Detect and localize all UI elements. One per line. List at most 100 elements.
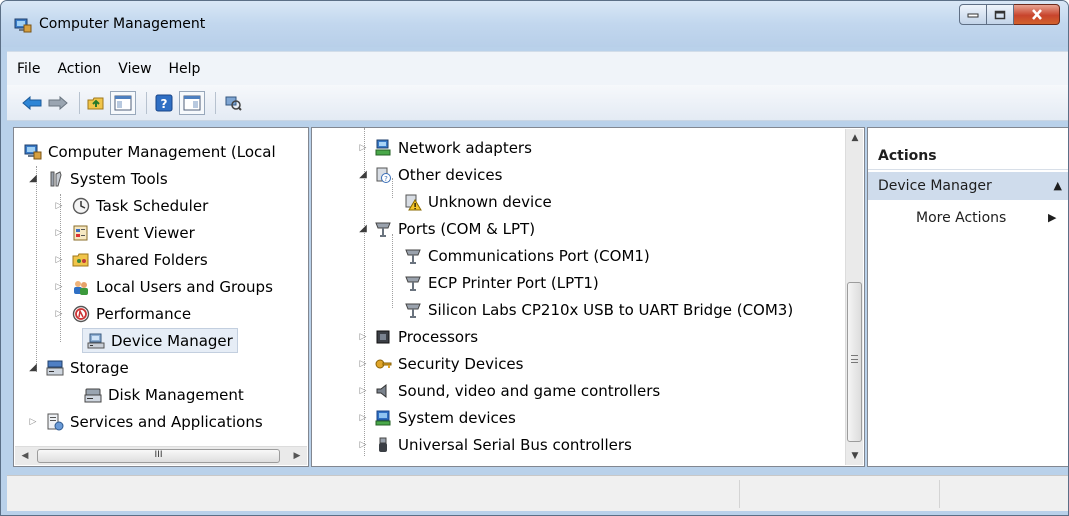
- expand-triangle-icon[interactable]: ▷: [28, 416, 38, 428]
- help-button[interactable]: ?: [153, 91, 175, 115]
- help-icon: ?: [155, 94, 173, 111]
- menu-file[interactable]: File: [17, 61, 40, 77]
- tree-guide-line: [36, 166, 37, 372]
- device-ecp-printer-port-lpt1[interactable]: ECP Printer Port (LPT1): [404, 269, 599, 296]
- expand-triangle-icon[interactable]: ▷: [54, 200, 64, 212]
- scroll-left-arrow-icon[interactable]: ◀: [18, 450, 32, 462]
- event-viewer-icon: [73, 225, 88, 240]
- device-label: Processors: [398, 327, 479, 346]
- tree-item-label: System Tools: [70, 169, 168, 188]
- vertical-scroll-thumb[interactable]: [847, 282, 862, 442]
- expand-triangle-icon[interactable]: ▷: [358, 385, 368, 397]
- tree-item-device-manager[interactable]: Device Manager: [80, 327, 238, 354]
- usb-icon: [379, 437, 387, 452]
- horizontal-scrollbar[interactable]: ◀ III ▶: [15, 446, 307, 465]
- tree-item-system-tools[interactable]: ◢ System Tools: [28, 165, 168, 192]
- tree-item-task-scheduler[interactable]: ▷ Task Scheduler: [54, 192, 209, 219]
- performance-icon: [72, 305, 90, 322]
- device-label: Unknown device: [428, 192, 552, 211]
- tree-guide-line: [392, 234, 393, 308]
- expand-triangle-icon[interactable]: ▷: [358, 412, 368, 424]
- tree-item-label: Computer Management (Local: [48, 142, 276, 161]
- status-bar-separator: [739, 480, 740, 508]
- scroll-right-arrow-icon[interactable]: ▶: [290, 450, 304, 462]
- status-bar: [7, 475, 1068, 511]
- status-bar-separator: [939, 480, 940, 508]
- toolbar: ?: [7, 85, 1068, 121]
- device-ports-com-lpt[interactable]: ◢ Ports (COM & LPT): [358, 215, 535, 242]
- menu-bar: File Action View Help: [7, 51, 1068, 85]
- menu-action[interactable]: Action: [57, 61, 101, 77]
- show-hide-action-pane-button[interactable]: [179, 90, 205, 115]
- device-security-devices[interactable]: ▷ Security Devices: [358, 350, 524, 377]
- expand-triangle-icon[interactable]: ▷: [358, 358, 368, 370]
- collapse-triangle-icon[interactable]: ◢: [358, 223, 368, 235]
- device-label: Security Devices: [398, 354, 524, 373]
- more-actions-item[interactable]: More Actions ▶: [916, 210, 1056, 226]
- forward-button[interactable]: [47, 91, 69, 115]
- svg-text:?: ?: [384, 175, 388, 183]
- tree-item-local-users-and-groups[interactable]: ▷ Local Users and Groups: [54, 273, 273, 300]
- menu-view[interactable]: View: [118, 61, 151, 77]
- device-label: Network adapters: [398, 138, 532, 157]
- device-unknown-device[interactable]: Unknown device: [404, 188, 552, 215]
- expand-triangle-icon[interactable]: ▷: [358, 439, 368, 451]
- actions-section-label: Device Manager: [878, 178, 992, 194]
- close-icon: [1031, 9, 1042, 20]
- device-communications-port-com1[interactable]: Communications Port (COM1): [404, 242, 650, 269]
- svg-text:?: ?: [161, 97, 168, 111]
- tree-item-computer-management[interactable]: Computer Management (Local: [24, 138, 276, 165]
- minimize-button[interactable]: [959, 4, 987, 25]
- device-sound-video-game-controllers[interactable]: ▷ Sound, video and game controllers: [358, 377, 661, 404]
- expand-triangle-icon[interactable]: ▷: [358, 142, 368, 154]
- expand-triangle-icon[interactable]: ▷: [54, 308, 64, 320]
- expand-triangle-icon[interactable]: ▷: [358, 331, 368, 343]
- scroll-up-arrow-icon[interactable]: ▲: [849, 133, 861, 143]
- tree-item-performance[interactable]: ▷ Performance: [54, 300, 192, 327]
- processor-icon: [376, 330, 390, 343]
- tree-item-label: Services and Applications: [70, 412, 263, 431]
- tree-item-event-viewer[interactable]: ▷ Event Viewer: [54, 219, 195, 246]
- scroll-down-arrow-icon[interactable]: ▼: [849, 451, 861, 461]
- expand-triangle-icon[interactable]: ▷: [54, 281, 64, 293]
- back-button[interactable]: [21, 91, 43, 115]
- tree-item-disk-management[interactable]: Disk Management: [84, 381, 244, 408]
- tree-item-label: Task Scheduler: [96, 196, 209, 215]
- vertical-scrollbar[interactable]: ▲ ▼: [845, 129, 863, 465]
- device-network-adapters[interactable]: ▷ Network adapters: [358, 134, 532, 161]
- tree-item-shared-folders[interactable]: ▷ Shared Folders: [54, 246, 208, 273]
- up-one-level-button[interactable]: [86, 91, 106, 115]
- other-devices-icon: ?: [376, 167, 391, 183]
- expand-triangle-icon[interactable]: ▷: [54, 254, 64, 266]
- caption-buttons: [959, 4, 1060, 26]
- device-other-devices[interactable]: ◢ ? Other devices: [358, 161, 502, 188]
- device-system-devices[interactable]: ▷ System devices: [358, 404, 516, 431]
- maximize-button[interactable]: [987, 4, 1014, 25]
- system-tools-icon: [50, 170, 62, 186]
- device-processors[interactable]: ▷ Processors: [358, 323, 479, 350]
- horizontal-scroll-thumb[interactable]: III: [37, 449, 280, 463]
- users-icon: [74, 280, 88, 295]
- collapse-up-icon[interactable]: ▲: [1054, 172, 1062, 200]
- actions-header: Actions: [868, 142, 1068, 170]
- actions-section-device-manager[interactable]: Device Manager ▲: [868, 172, 1068, 200]
- collapse-triangle-icon[interactable]: ◢: [28, 173, 38, 185]
- close-button[interactable]: [1014, 4, 1060, 25]
- computer-management-icon: [24, 144, 42, 159]
- show-hide-console-tree-button[interactable]: [110, 90, 136, 115]
- collapse-triangle-icon[interactable]: ◢: [358, 169, 368, 181]
- content-panes: Computer Management (Local ◢ System Tool…: [7, 123, 1068, 473]
- tree-item-storage[interactable]: ◢ Storage: [28, 354, 129, 381]
- device-silicon-labs-cp210x-com3[interactable]: Silicon Labs CP210x USB to UART Bridge (…: [404, 296, 793, 323]
- menu-help[interactable]: Help: [169, 61, 201, 77]
- device-universal-serial-bus-controllers[interactable]: ▷ Universal Serial Bus controllers: [358, 431, 632, 458]
- expand-triangle-icon[interactable]: ▷: [54, 227, 64, 239]
- scan-hardware-button[interactable]: [222, 91, 244, 115]
- title-bar[interactable]: Computer Management: [1, 1, 1068, 47]
- security-device-icon: [375, 359, 392, 368]
- device-label: Universal Serial Bus controllers: [398, 435, 632, 454]
- collapse-triangle-icon[interactable]: ◢: [28, 362, 38, 374]
- tree-item-label: Event Viewer: [96, 223, 195, 242]
- port-icon: [405, 249, 421, 264]
- tree-item-services-and-applications[interactable]: ▷ Services and Applications: [28, 408, 263, 435]
